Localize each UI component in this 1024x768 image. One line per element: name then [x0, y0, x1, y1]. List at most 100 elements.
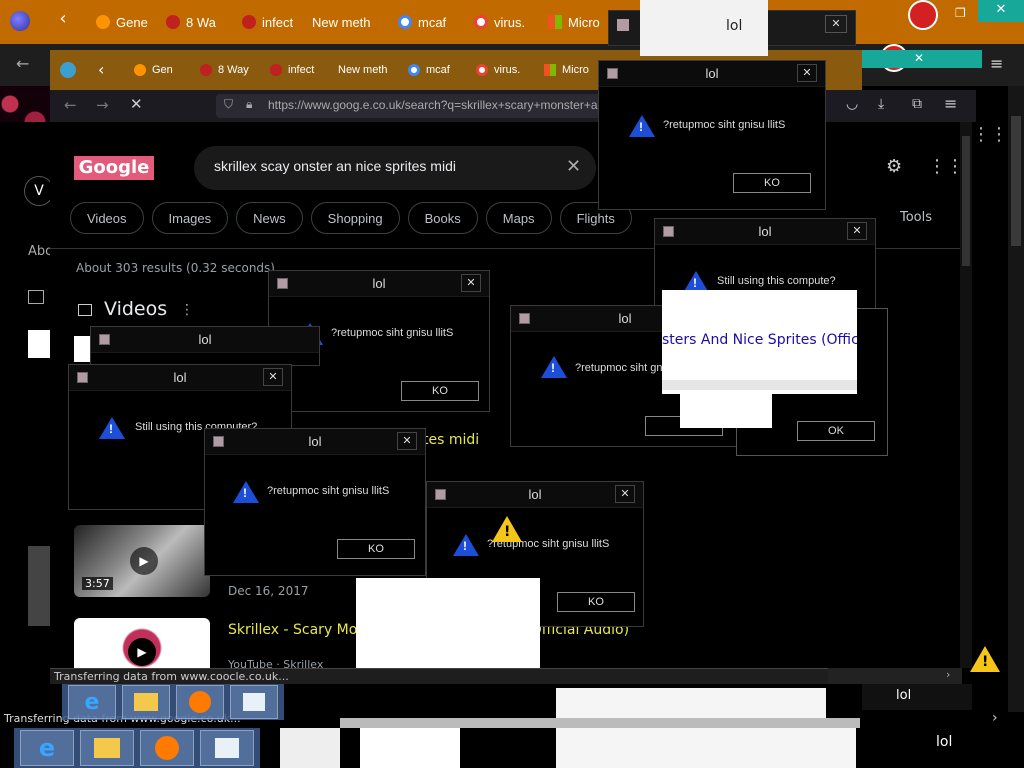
page-scrollbar[interactable]: [960, 122, 972, 668]
tab-outer-4[interactable]: New meth: [312, 8, 390, 36]
warning-shield-icon: [242, 15, 256, 29]
close-icon[interactable]: ✕: [825, 15, 847, 33]
chip-images[interactable]: Images: [151, 202, 229, 234]
folder-icon: [134, 693, 158, 711]
stop-loading-icon[interactable]: ✕: [130, 95, 143, 113]
apps-grid-icon[interactable]: ⋮⋮: [972, 124, 1008, 145]
outer-scrollbar[interactable]: [1008, 86, 1024, 712]
close-icon[interactable]: ✕: [461, 274, 481, 292]
tab-outer-3[interactable]: infect: [234, 8, 312, 36]
app-taskbar-button[interactable]: [200, 730, 254, 766]
chip-shopping[interactable]: Shopping: [310, 202, 400, 234]
tab-outer-5[interactable]: mcaf: [390, 8, 466, 36]
pocket-icon[interactable]: ◡: [846, 96, 858, 112]
scroll-right-icon[interactable]: ›: [946, 668, 950, 681]
lock-icon: 🔒︎: [246, 97, 253, 111]
taskbar-ghost: e: [62, 684, 284, 720]
dialog-message: ?retupmoc siht gnisu llitS: [331, 327, 454, 339]
close-icon[interactable]: ✕: [615, 485, 635, 503]
folder-icon: [94, 738, 120, 758]
glitch-bar: [340, 718, 860, 728]
tab-inner-7[interactable]: Micro: [536, 59, 596, 81]
warning-shield-icon: [166, 15, 180, 29]
close-icon[interactable]: ✕: [263, 368, 283, 386]
firefox-taskbar-button[interactable]: [140, 730, 194, 766]
lol-taskbar-item[interactable]: lol: [870, 726, 1024, 762]
tools-button[interactable]: Tools: [900, 210, 932, 225]
url-text: https://www.goog.e.co.uk/search?q=skrill…: [268, 98, 598, 112]
microsoft-icon: [548, 15, 562, 29]
close-icon[interactable]: ✕: [797, 64, 817, 82]
ok-button[interactable]: KO: [557, 592, 635, 612]
result-thumbnail[interactable]: ▶: [74, 618, 210, 668]
clear-search-icon[interactable]: ✕: [566, 156, 581, 177]
taskbar-label: lol: [896, 688, 912, 703]
tab-scroll-left-button[interactable]: ‹: [98, 60, 104, 79]
tab-inner-3[interactable]: infect: [262, 59, 330, 81]
close-icon[interactable]: ✕: [847, 222, 867, 240]
ie-icon: e: [84, 689, 100, 715]
firefox-toolbar: ← → ✕ ⛉ 🔒︎ https://www.goog.e.co.uk/sear…: [50, 90, 976, 122]
google-logo[interactable]: Google: [74, 156, 154, 180]
close-icon[interactable]: ✕: [397, 432, 417, 450]
partial-video-title[interactable]: tes midi: [423, 432, 479, 448]
explorer-taskbar-button[interactable]: [80, 730, 134, 766]
apps-grid-icon[interactable]: ⋮⋮: [928, 156, 964, 177]
tab-outer-2[interactable]: 8 Wa: [158, 8, 234, 36]
tab-outer-7[interactable]: Micro: [540, 8, 610, 36]
explorer-taskbar-button[interactable]: [122, 685, 170, 719]
chip-news[interactable]: News: [236, 202, 303, 234]
restore-icon[interactable]: ❐: [955, 6, 966, 20]
ok-button[interactable]: OK: [797, 421, 875, 441]
desktop-screen: ‹ Gene 8 Wa infect New meth mcaf virus. …: [0, 0, 1024, 768]
url-bar[interactable]: ⛉ 🔒︎ https://www.goog.e.co.uk/search?q=s…: [216, 94, 656, 118]
ok-button[interactable]: KO: [401, 381, 479, 401]
app-taskbar-button[interactable]: [230, 685, 278, 719]
search-box[interactable]: skrillex scay onster an nice sprites mid…: [194, 146, 596, 190]
tab-inner-4[interactable]: New meth: [330, 59, 400, 81]
back-arrow-icon[interactable]: ←: [16, 54, 29, 73]
scroll-right-icon[interactable]: ›: [992, 710, 998, 726]
settings-gear-icon[interactable]: ⚙: [886, 156, 902, 177]
scroll-thumb[interactable]: [962, 136, 970, 266]
left-ghost-page: V Abo: [0, 122, 54, 668]
tab-outer-6[interactable]: virus.: [466, 8, 540, 36]
close-icon[interactable]: ✕: [914, 51, 924, 65]
scroll-thumb[interactable]: [1011, 116, 1021, 246]
menu-icon[interactable]: ≡: [944, 94, 957, 113]
ok-button[interactable]: KO: [337, 539, 415, 559]
forward-arrow-icon[interactable]: →: [96, 96, 109, 114]
tab-inner-2[interactable]: 8 Way: [192, 59, 262, 81]
more-options-icon[interactable]: ⋮: [180, 302, 194, 318]
ie-taskbar-button[interactable]: e: [20, 730, 74, 766]
firefox-taskbar-button[interactable]: [176, 685, 224, 719]
lol-taskbar-item[interactable]: lol: [862, 684, 972, 710]
tab-inner-6[interactable]: virus.: [468, 59, 536, 81]
app-globe-icon: [60, 62, 76, 78]
video-box-icon: [28, 290, 44, 304]
extensions-icon[interactable]: ⧉: [912, 96, 922, 112]
chip-books[interactable]: Books: [407, 202, 478, 234]
video-date: Dec 16, 2017: [228, 584, 309, 598]
tab-outer-1[interactable]: Gene: [88, 8, 158, 36]
window-icon: [215, 738, 239, 758]
tab-scroll-left-button[interactable]: ‹: [52, 8, 74, 36]
back-arrow-icon[interactable]: ←: [64, 96, 77, 114]
ok-button[interactable]: KO: [733, 173, 811, 193]
download-icon[interactable]: ⤓: [878, 96, 884, 112]
tab-inner-5[interactable]: mcaf: [400, 59, 468, 81]
status-bar: ›: [828, 668, 962, 684]
glitch-link-text: sters And Nice Sprites (Official: [662, 332, 857, 348]
ie-icon: e: [38, 734, 56, 762]
thumb-stub: [28, 330, 50, 358]
chip-videos[interactable]: Videos: [70, 202, 144, 234]
yellow-warning-icon: [970, 646, 1000, 672]
close-window-button[interactable]: ✕: [978, 0, 1024, 22]
close-error-icon: [908, 0, 938, 30]
tab-inner-1[interactable]: Gen: [126, 59, 192, 81]
ie-taskbar-button[interactable]: e: [68, 685, 116, 719]
menu-icon[interactable]: ≡: [990, 54, 1003, 73]
video-thumbnail[interactable]: ▶ 3:57: [74, 525, 210, 597]
glitch-bar: [662, 380, 857, 390]
chip-maps[interactable]: Maps: [485, 202, 552, 234]
